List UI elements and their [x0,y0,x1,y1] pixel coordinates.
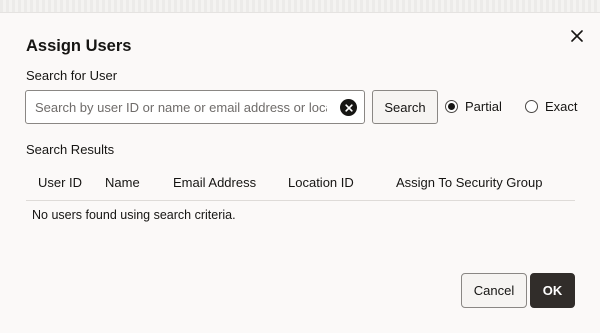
radio-partial[interactable]: Partial [445,97,502,115]
radio-selected-dot [448,102,455,110]
search-field[interactable] [25,90,365,124]
ok-button[interactable]: OK [530,273,575,308]
close-button[interactable] [566,25,588,47]
search-label: Search for User [26,68,118,83]
close-icon [571,30,583,42]
results-label: Search Results [26,142,115,157]
radio-exact-label: Exact [545,98,578,114]
column-header-user-id[interactable]: User ID [38,175,82,190]
column-header-location-id[interactable]: Location ID [288,175,354,190]
search-button[interactable]: Search [372,90,438,124]
column-header-email[interactable]: Email Address [173,175,256,190]
column-header-name[interactable]: Name [105,175,140,190]
results-table-header: User ID Name Email Address Location ID A… [26,163,575,201]
radio-partial-label: Partial [465,98,502,114]
empty-results-message: No users found using search criteria. [32,208,236,222]
radio-partial-circle[interactable] [445,99,458,113]
assign-users-dialog: Assign Users Search for User Search Part… [0,12,600,333]
radio-exact[interactable]: Exact [525,97,578,115]
radio-exact-circle[interactable] [525,99,538,113]
cancel-button[interactable]: Cancel [461,273,527,308]
clear-search-button[interactable] [340,99,357,116]
column-header-security-group[interactable]: Assign To Security Group [396,175,542,190]
clear-circle-icon [344,103,353,112]
dialog-title: Assign Users [26,37,132,55]
search-input[interactable] [35,92,327,122]
